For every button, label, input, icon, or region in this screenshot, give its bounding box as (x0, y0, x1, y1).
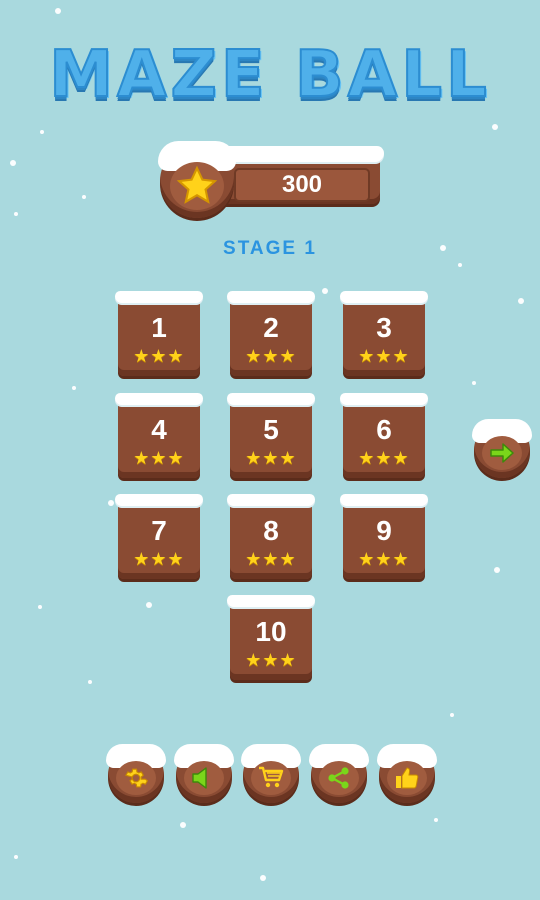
snowflake (10, 160, 16, 166)
level-number: 2 (263, 312, 279, 343)
level-tile-3[interactable]: 3 ★★★ (340, 291, 428, 376)
snowflake (146, 602, 152, 608)
snowflake (450, 713, 454, 717)
level-number: 10 (255, 616, 287, 647)
snowflake (518, 298, 524, 304)
snowflake (82, 195, 86, 199)
snow-cap (227, 291, 315, 303)
score-panel: 300 (158, 141, 384, 218)
level-stars: ★★★ (358, 448, 410, 469)
snowflake (88, 680, 92, 684)
snow-cap (340, 291, 428, 303)
snowflake (55, 8, 61, 14)
snowflake (458, 263, 462, 267)
sound-button[interactable] (174, 744, 234, 803)
thumbs-up-icon (387, 761, 427, 795)
snowflake (40, 130, 44, 134)
like-button[interactable] (377, 744, 437, 803)
share-icon (319, 761, 359, 795)
shop-button[interactable] (241, 744, 301, 803)
snow-cap (227, 595, 315, 607)
level-number: 6 (376, 414, 392, 445)
level-tile-9[interactable]: 9 ★★★ (340, 494, 428, 579)
level-tile-10[interactable]: 10 ★★★ (227, 595, 315, 680)
level-tile-2[interactable]: 2 ★★★ (227, 291, 315, 376)
level-stars: ★★★ (245, 346, 297, 367)
snow-cap (115, 291, 203, 303)
level-stars: ★★★ (133, 549, 185, 570)
sound-icon (184, 761, 224, 795)
settings-button[interactable] (106, 744, 166, 803)
snowflake (494, 567, 500, 573)
level-stars: ★★★ (245, 549, 297, 570)
snowflake (180, 822, 186, 828)
snow-cap (227, 494, 315, 506)
level-number: 7 (151, 515, 167, 546)
level-stars: ★★★ (358, 346, 410, 367)
snowflake (14, 212, 18, 216)
snowflake (472, 381, 476, 385)
snowflake (72, 386, 76, 390)
arrow-right-icon (482, 436, 522, 470)
snowflake (14, 855, 18, 859)
snowflake (434, 818, 438, 822)
level-number: 3 (376, 312, 392, 343)
level-tile-5[interactable]: 5 ★★★ (227, 393, 315, 478)
level-tile-7[interactable]: 7 ★★★ (115, 494, 203, 579)
level-number: 4 (151, 414, 167, 445)
gear-icon (116, 761, 156, 795)
level-tile-1[interactable]: 1 ★★★ (115, 291, 203, 376)
score-star-badge (158, 141, 236, 218)
next-page-button[interactable] (472, 419, 532, 478)
star-icon (170, 162, 224, 210)
level-stars: ★★★ (133, 448, 185, 469)
snowflake (108, 500, 114, 506)
snow-cap (227, 393, 315, 405)
level-stars: ★★★ (358, 549, 410, 570)
level-tile-4[interactable]: 4 ★★★ (115, 393, 203, 478)
level-tile-6[interactable]: 6 ★★★ (340, 393, 428, 478)
score-box: 300 (234, 168, 370, 202)
level-stars: ★★★ (245, 650, 297, 671)
cart-icon (251, 761, 291, 795)
snow-cap (340, 494, 428, 506)
level-stars: ★★★ (133, 346, 185, 367)
snowflake (322, 288, 328, 294)
score-value: 300 (281, 171, 323, 198)
level-tile-8[interactable]: 8 ★★★ (227, 494, 315, 579)
level-number: 5 (263, 414, 279, 445)
snowflake (260, 875, 266, 881)
snow-cap (340, 393, 428, 405)
stage-label: STAGE 1 (223, 238, 317, 259)
level-stars: ★★★ (245, 448, 297, 469)
snowflake (38, 605, 42, 609)
level-number: 1 (151, 312, 167, 343)
level-number: 9 (376, 515, 392, 546)
snow-cap (115, 494, 203, 506)
snowflake (492, 124, 498, 130)
share-button[interactable] (309, 744, 369, 803)
snow-cap (115, 393, 203, 405)
game-title: MAZE BALL (48, 37, 491, 113)
level-number: 8 (263, 515, 279, 546)
